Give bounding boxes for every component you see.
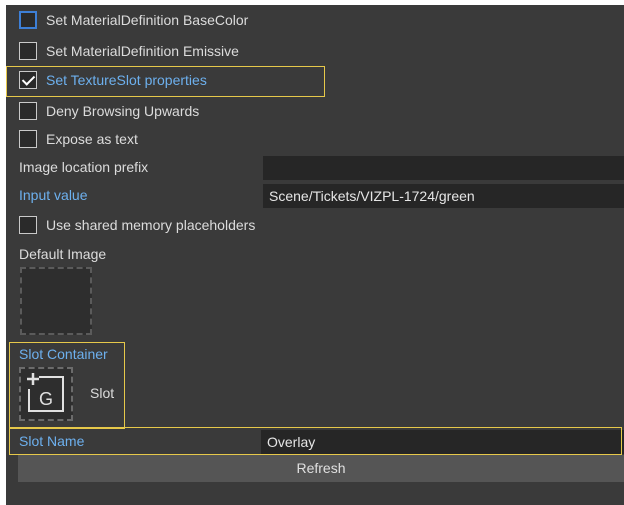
emissive-option[interactable]: Set MaterialDefinition Emissive (6, 38, 624, 64)
textureslot-option[interactable]: Set TextureSlot properties (6, 67, 624, 93)
shared-memory-checkbox[interactable] (19, 216, 37, 234)
textureslot-checkbox[interactable] (19, 71, 37, 89)
deny-browsing-checkbox[interactable] (19, 102, 37, 120)
add-graphic-icon: G (27, 373, 64, 412)
checkmark-icon (21, 72, 36, 86)
input-value-label: Input value (19, 187, 88, 203)
properties-panel: Set MaterialDefinition BaseColor Set Mat… (6, 5, 624, 505)
default-image-dropzone[interactable] (20, 267, 92, 335)
shared-memory-label: Use shared memory placeholders (46, 217, 256, 233)
image-prefix-input[interactable] (263, 156, 624, 180)
slot-container-row: Slot Container (6, 341, 624, 367)
default-image-row: Default Image (6, 241, 624, 267)
default-image-label: Default Image (19, 246, 107, 262)
slot-label: Slot (90, 385, 115, 401)
textureslot-label: Set TextureSlot properties (46, 72, 207, 88)
expose-text-checkbox[interactable] (19, 130, 37, 148)
slot-container-label: Slot Container (19, 346, 108, 362)
input-value-field[interactable]: Scene/Tickets/VIZPL-1724/green (263, 184, 624, 208)
emissive-checkbox[interactable] (19, 42, 37, 60)
input-value-row: Input value Scene/Tickets/VIZPL-1724/gre… (6, 182, 624, 208)
image-prefix-row: Image location prefix (6, 154, 624, 180)
image-prefix-label: Image location prefix (19, 159, 149, 175)
deny-browsing-option[interactable]: Deny Browsing Upwards (6, 98, 624, 124)
basecolor-label: Set MaterialDefinition BaseColor (46, 12, 249, 28)
shared-memory-option[interactable]: Use shared memory placeholders (6, 212, 624, 238)
deny-browsing-label: Deny Browsing Upwards (46, 103, 200, 119)
emissive-label: Set MaterialDefinition Emissive (46, 43, 239, 59)
slot-tile[interactable]: G (19, 367, 73, 421)
expose-text-label: Expose as text (46, 131, 138, 147)
expose-text-option[interactable]: Expose as text (6, 126, 624, 152)
refresh-button[interactable]: Refresh (18, 455, 624, 482)
basecolor-option[interactable]: Set MaterialDefinition BaseColor (6, 7, 624, 33)
slot-name-row: Slot Name Overlay (6, 428, 624, 454)
slot-name-input[interactable]: Overlay (261, 430, 624, 454)
basecolor-checkbox[interactable] (19, 11, 37, 29)
slot-name-label: Slot Name (19, 433, 85, 449)
svg-text:G: G (39, 389, 53, 409)
